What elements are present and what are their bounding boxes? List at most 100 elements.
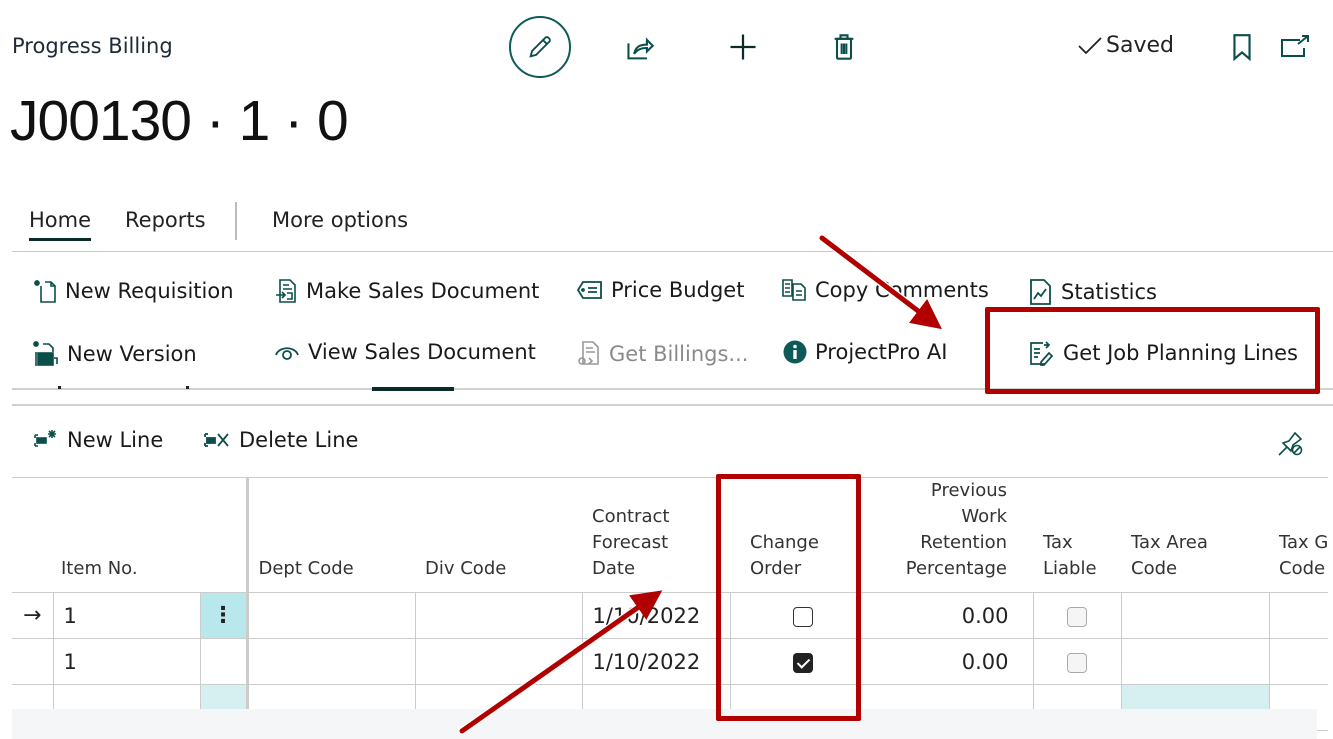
make-sales-document-action[interactable]: Make Sales Document: [274, 278, 539, 304]
dept-code-cell[interactable]: [245, 592, 415, 639]
bookmark-button[interactable]: [1228, 30, 1256, 64]
action-label: ProjectPro AI: [815, 340, 948, 364]
get-billings-icon: [578, 341, 599, 365]
share-icon: [627, 37, 655, 60]
delete-line-button[interactable]: Delete Line: [203, 428, 358, 452]
new-line-icon: [34, 430, 56, 447]
share-button[interactable]: [622, 30, 658, 66]
action-label: Make Sales Document: [306, 279, 540, 303]
new-requisition-action[interactable]: New Requisition: [33, 278, 234, 304]
tax-area-cell[interactable]: [1120, 638, 1269, 685]
action-label: Get Job Planning Lines: [1063, 341, 1298, 365]
bookmark-icon: [1233, 34, 1251, 61]
new-document-icon: [34, 280, 56, 303]
unpin-icon: [1278, 431, 1303, 456]
plus-icon: [730, 34, 756, 60]
forecast-date-cell[interactable]: 1/10/2022: [581, 638, 730, 685]
tax-liable-cell[interactable]: [1032, 638, 1121, 685]
view-sales-document-action[interactable]: View Sales Document: [274, 340, 536, 364]
new-button[interactable]: [724, 28, 762, 66]
tax-group-cell[interactable]: [1268, 592, 1329, 639]
table-row[interactable]: 1 1/10/2022 0.00: [12, 638, 1329, 685]
statistics-icon: [1030, 279, 1051, 305]
get-lines-icon: [1030, 341, 1054, 366]
retention-pct-cell[interactable]: 0.00: [876, 638, 1033, 685]
lines-divider: [12, 404, 1333, 406]
price-budget-action[interactable]: Price Budget: [577, 278, 744, 302]
delete-button[interactable]: [826, 28, 862, 66]
column-header-retention-percentage[interactable]: Previous Work Retention Percentage: [876, 477, 1033, 593]
column-header-tax-liable[interactable]: Tax Liable: [1033, 477, 1121, 593]
popout-button[interactable]: [1278, 30, 1312, 62]
tax-liable-checkbox[interactable]: [1067, 606, 1087, 627]
new-version-icon: [33, 341, 58, 366]
projectpro-ai-action[interactable]: ProjectPro AI: [783, 340, 947, 364]
new-line-label: New Line: [67, 428, 164, 452]
tax-area-cell[interactable]: [1120, 592, 1269, 639]
item-no-cell[interactable]: 1: [52, 592, 200, 639]
tab-reports[interactable]: Reports: [125, 208, 206, 232]
action-label: Get Billings...: [609, 342, 749, 366]
get-job-planning-lines-action[interactable]: Get Job Planning Lines: [1029, 340, 1298, 366]
change-order-checkbox[interactable]: [793, 606, 814, 627]
table-row[interactable]: → 1 ⋮ 1/10/2022 0.00: [12, 592, 1329, 639]
action-label: New Version: [67, 342, 197, 366]
column-header-div-code[interactable]: Div Code: [415, 477, 582, 593]
trash-icon: [834, 34, 854, 60]
lines-table: Item No. Dept Code Div Code Contract For…: [12, 477, 1329, 731]
tab-separator: [235, 202, 237, 240]
copy-comments-action[interactable]: Copy Comments: [781, 278, 989, 302]
grid-footer: [12, 709, 1317, 739]
info-icon: [783, 340, 807, 364]
row-menu-button[interactable]: ⋮: [199, 592, 247, 639]
table-header-row: Item No. Dept Code Div Code Contract For…: [12, 477, 1329, 593]
row-menu-cell[interactable]: [199, 638, 247, 685]
forecast-date-cell[interactable]: 1/10/2022: [581, 592, 730, 639]
popout-icon: [1281, 35, 1309, 57]
column-header-item-no[interactable]: Item No.: [53, 477, 247, 593]
action-label: Copy Comments: [815, 278, 989, 302]
unpin-button[interactable]: [1276, 428, 1306, 458]
tax-group-cell[interactable]: [1268, 638, 1329, 685]
price-tag-icon: [577, 281, 602, 299]
current-row-indicator: →: [12, 592, 53, 639]
tax-liable-cell[interactable]: [1032, 592, 1121, 639]
subtab-fragment: [186, 386, 189, 389]
make-document-icon: [276, 279, 296, 303]
check-icon: [1078, 36, 1102, 54]
column-header-contract-forecast-date[interactable]: Contract Forecast Date: [582, 477, 730, 593]
tab-home[interactable]: Home: [29, 208, 92, 241]
tax-liable-checkbox[interactable]: [1067, 652, 1087, 673]
div-code-cell[interactable]: [414, 592, 582, 639]
statistics-action[interactable]: Statistics: [1029, 278, 1157, 306]
action-label: Statistics: [1061, 280, 1157, 304]
column-header-tax-area-code[interactable]: Tax Area Code: [1121, 477, 1269, 593]
new-line-button[interactable]: New Line: [33, 428, 163, 452]
dept-code-cell[interactable]: [245, 638, 415, 685]
row-indicator: [12, 638, 53, 685]
get-billings-action[interactable]: Get Billings...: [577, 340, 748, 368]
eye-icon: [275, 347, 299, 360]
column-header-dept-code[interactable]: Dept Code: [245, 477, 415, 593]
div-code-cell[interactable]: [414, 638, 582, 685]
change-order-cell[interactable]: [729, 592, 876, 639]
change-order-checkbox[interactable]: [793, 652, 814, 673]
delete-line-label: Delete Line: [239, 428, 359, 452]
action-tabs: Home Reports More options: [12, 200, 1333, 252]
change-order-cell[interactable]: [729, 638, 876, 685]
subtab-active-indicator: [372, 387, 454, 391]
saved-status: Saved: [1077, 33, 1174, 58]
new-version-action[interactable]: New Version: [33, 340, 197, 368]
column-header-tax-group-code[interactable]: Tax G Code: [1269, 477, 1329, 593]
action-label: View Sales Document: [308, 340, 536, 364]
page-title: J00130 · 1 · 0: [10, 89, 349, 153]
item-no-cell[interactable]: 1: [52, 638, 200, 685]
action-label: New Requisition: [65, 279, 234, 303]
edit-button[interactable]: [509, 16, 571, 78]
tab-more-options[interactable]: More options: [272, 208, 408, 232]
column-header-change-order[interactable]: Change Order: [730, 477, 876, 593]
subtab-divider: [12, 388, 1333, 390]
retention-pct-cell[interactable]: 0.00: [876, 592, 1033, 639]
delete-line-icon: [204, 433, 229, 447]
saved-label: Saved: [1106, 33, 1174, 58]
